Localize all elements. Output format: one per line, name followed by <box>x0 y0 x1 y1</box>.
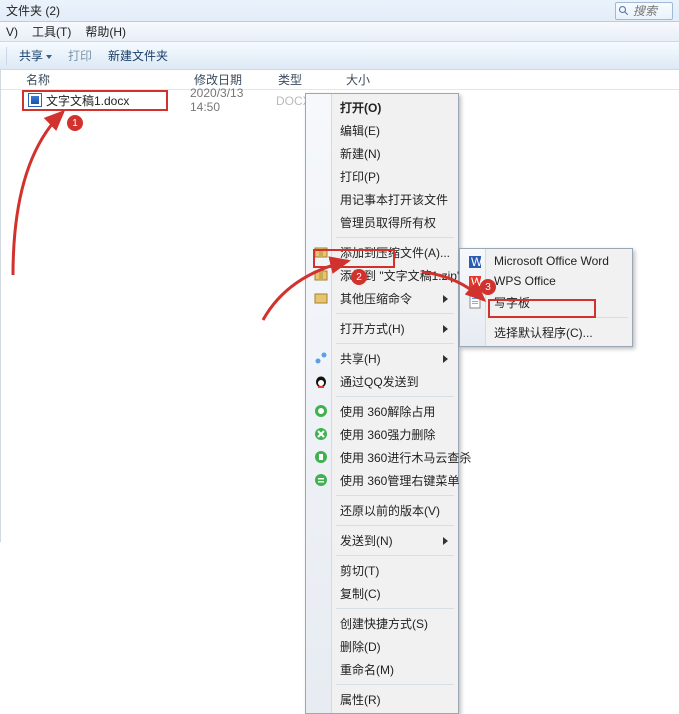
ctx-admin[interactable]: 管理员取得所有权 <box>308 211 456 234</box>
chevron-right-icon <box>443 295 448 303</box>
ctx-edit[interactable]: 编辑(E) <box>308 119 456 142</box>
toolbar-share[interactable]: 共享 <box>19 47 52 64</box>
ctx-notepad[interactable]: 用记事本打开该文件 <box>308 188 456 211</box>
toolbar: 共享 打印 新建文件夹 <box>0 42 679 70</box>
file-selected[interactable]: 文字文稿1.docx <box>22 90 168 111</box>
chevron-down-icon <box>46 55 52 59</box>
menubar: V) 工具(T) 帮助(H) <box>0 22 679 42</box>
sub-wps[interactable]: WWPS Office <box>462 271 630 291</box>
ctx-360-menu[interactable]: 使用 360管理右键菜单 <box>308 469 456 492</box>
ctx-360-trojan[interactable]: 使用 360进行木马云查杀 <box>308 446 456 469</box>
chevron-right-icon <box>443 325 448 333</box>
arrow-1 <box>8 100 78 280</box>
menu-view[interactable]: V) <box>6 25 18 39</box>
ctx-open-with[interactable]: 打开方式(H) <box>308 317 456 340</box>
qq-icon <box>313 373 329 389</box>
svg-text:W: W <box>471 275 482 289</box>
360-icon <box>313 426 329 442</box>
menu-tools[interactable]: 工具(T) <box>32 23 71 40</box>
archive-icon <box>313 244 329 260</box>
svg-text:W: W <box>471 255 482 269</box>
360-icon <box>313 403 329 419</box>
folder-title: 文件夹 (2) <box>6 2 60 19</box>
archive-icon <box>313 290 329 306</box>
ctx-send-to[interactable]: 发送到(N) <box>308 529 456 552</box>
ctx-shortcut[interactable]: 创建快捷方式(S) <box>308 612 456 635</box>
word-icon: W <box>467 254 483 270</box>
ctx-other-compress[interactable]: 其他压缩命令 <box>308 287 456 310</box>
wps-icon: W <box>467 274 483 290</box>
ctx-share[interactable]: 共享(H) <box>308 347 456 370</box>
docx-icon <box>28 93 42 107</box>
ctx-copy[interactable]: 复制(C) <box>308 582 456 605</box>
sub-msword[interactable]: WMicrosoft Office Word <box>462 251 630 271</box>
file-date: 2020/3/13 14:50 <box>190 86 274 114</box>
toolbar-newfolder[interactable]: 新建文件夹 <box>108 47 168 64</box>
ctx-print[interactable]: 打印(P) <box>308 165 456 188</box>
ctx-new[interactable]: 新建(N) <box>308 142 456 165</box>
ctx-360-delete[interactable]: 使用 360强力删除 <box>308 423 456 446</box>
search-box[interactable] <box>615 2 673 20</box>
ctx-360-occupy[interactable]: 使用 360解除占用 <box>308 400 456 423</box>
ctx-archive-to[interactable]: 添加到 "文字文稿1.zip" (T) <box>308 264 456 287</box>
360-icon <box>313 449 329 465</box>
ctx-restore[interactable]: 还原以前的版本(V) <box>308 499 456 522</box>
col-size[interactable]: 大小 <box>346 71 406 88</box>
ctx-open[interactable]: 打开(O) <box>308 96 456 119</box>
column-headers: 名称 修改日期 类型 大小 <box>0 70 679 90</box>
col-name[interactable]: 名称 <box>26 71 194 88</box>
ctx-rename[interactable]: 重命名(M) <box>308 658 456 681</box>
chevron-right-icon <box>443 355 448 363</box>
wordpad-icon <box>467 294 483 310</box>
ctx-qq-send[interactable]: 通过QQ发送到 <box>308 370 456 393</box>
menu-help[interactable]: 帮助(H) <box>85 23 126 40</box>
ctx-cut[interactable]: 剪切(T) <box>308 559 456 582</box>
360-icon <box>313 472 329 488</box>
titlebar: 文件夹 (2) <box>0 0 679 22</box>
marker-1: 1 <box>67 115 83 131</box>
search-icon <box>618 5 630 17</box>
ctx-delete[interactable]: 删除(D) <box>308 635 456 658</box>
submenu-open-with: WMicrosoft Office Word WWPS Office 写字板 选… <box>459 248 633 347</box>
sub-wordpad[interactable]: 写字板 <box>462 291 630 314</box>
file-name: 文字文稿1.docx <box>46 92 129 109</box>
col-type[interactable]: 类型 <box>278 71 346 88</box>
search-input[interactable] <box>633 4 663 18</box>
sub-choose-default[interactable]: 选择默认程序(C)... <box>462 321 630 344</box>
ctx-archive[interactable]: 添加到压缩文件(A)... <box>308 241 456 264</box>
chevron-right-icon <box>443 537 448 545</box>
context-menu: 打开(O) 编辑(E) 新建(N) 打印(P) 用记事本打开该文件 管理员取得所… <box>305 93 459 714</box>
archive-icon <box>313 267 329 283</box>
ctx-properties[interactable]: 属性(R) <box>308 688 456 711</box>
share-icon <box>313 350 329 366</box>
toolbar-print[interactable]: 打印 <box>68 47 92 64</box>
